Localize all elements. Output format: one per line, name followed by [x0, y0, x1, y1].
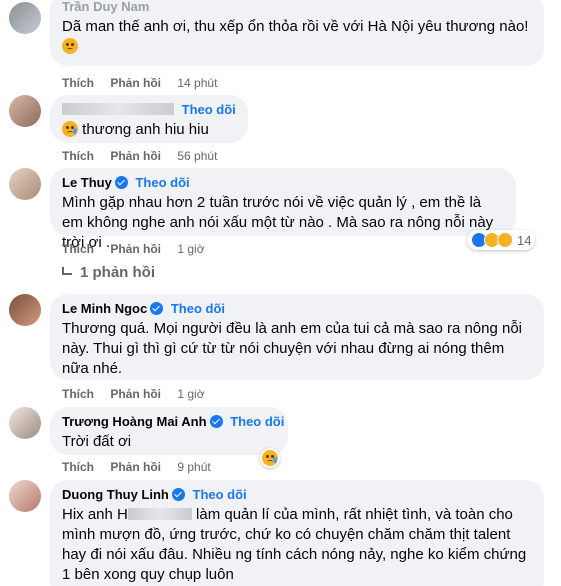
comment-actions: Thích Phản hồi 1 giờ: [62, 242, 218, 256]
reactions-summary[interactable]: 14: [467, 230, 536, 250]
reply-arrow-icon: [62, 267, 72, 275]
comment-text: Hix anh H làm quản lí của mình, rất nhiệ…: [62, 505, 532, 585]
comment-time[interactable]: 56 phút: [177, 149, 217, 163]
reactions-summary[interactable]: [260, 448, 280, 468]
follow-button[interactable]: Theo dõi: [135, 175, 189, 190]
blurred-name[interactable]: [62, 103, 174, 115]
commenter-name[interactable]: Duong Thuy Linh: [62, 487, 169, 502]
blurred-name: [127, 508, 192, 520]
follow-button[interactable]: Theo dõi: [182, 102, 236, 117]
commenter-name[interactable]: Trương Hoàng Mai Anh: [62, 414, 207, 429]
follow-button[interactable]: Theo dõi: [230, 414, 284, 429]
sad-reaction-icon: [262, 450, 278, 466]
avatar[interactable]: [9, 294, 41, 326]
like-button[interactable]: Thích: [62, 149, 94, 163]
comment-text: Trời đất ơi: [62, 433, 132, 450]
avatar[interactable]: [9, 480, 41, 512]
sad-emoji-icon: [62, 38, 78, 54]
comment-text-body: Dã man thế anh ơi, thu xếp ổn thỏa rồi v…: [62, 18, 529, 35]
reply-button[interactable]: Phản hồi: [110, 76, 161, 90]
comment-bubble: Le Minh Ngoc Theo dõi Thương quá. Mọi ng…: [50, 294, 544, 380]
like-button[interactable]: Thích: [62, 387, 94, 401]
comment-bubble: Le Thuy Theo dõi Mình gặp nhau hơn 2 tuầ…: [50, 168, 516, 251]
verified-badge-icon: [150, 302, 164, 315]
like-button[interactable]: Thích: [62, 460, 94, 474]
commenter-name[interactable]: Trần Duy Nam: [62, 0, 532, 15]
reply-button[interactable]: Phản hồi: [110, 460, 161, 474]
comment-text: Dã man thế anh ơi, thu xếp ổn thỏa rồi v…: [62, 17, 532, 57]
comment-actions: Thích Phản hồi 14 phút: [62, 76, 230, 90]
comment-time[interactable]: 9 phút: [177, 460, 210, 474]
comment-actions: Thích Phản hồi 9 phút: [62, 460, 224, 474]
comment-text: Thương quá. Mọi người đều là anh em của …: [62, 320, 523, 377]
like-button[interactable]: Thích: [62, 242, 94, 256]
follow-button[interactable]: Theo dõi: [193, 487, 247, 502]
comment-text-body: thương anh hiu hiu: [82, 121, 209, 138]
comment-actions: Thích Phản hồi 1 giờ: [62, 387, 218, 401]
avatar[interactable]: [9, 2, 41, 34]
sad-reaction-icon: [497, 232, 513, 248]
avatar[interactable]: [9, 95, 41, 127]
verified-badge-icon: [209, 415, 223, 428]
commenter-name[interactable]: Le Thuy: [62, 175, 112, 190]
avatar[interactable]: [9, 407, 41, 439]
comment-bubble: Trần Duy Nam Dã man thế anh ơi, thu xếp …: [50, 0, 544, 66]
like-button[interactable]: Thích: [62, 76, 94, 90]
comment-time[interactable]: 14 phút: [177, 76, 217, 90]
reply-button[interactable]: Phản hồi: [110, 149, 161, 163]
reaction-count: 14: [517, 232, 532, 248]
view-replies-link[interactable]: 1 phản hồi: [62, 264, 155, 281]
avatar[interactable]: [9, 168, 41, 200]
comment-time[interactable]: 1 giờ: [177, 387, 204, 401]
comment-time[interactable]: 1 giờ: [177, 242, 204, 256]
comment-bubble: Trương Hoàng Mai Anh Theo dõi Trời đất ơ…: [50, 407, 288, 455]
reply-button[interactable]: Phản hồi: [110, 242, 161, 256]
commenter-name[interactable]: Le Minh Ngoc: [62, 301, 147, 316]
comment-text: thương anh hiu hiu: [62, 120, 236, 140]
comment-text-prefix: Hix anh H: [62, 506, 128, 523]
comment-bubble: Duong Thuy Linh Theo dõi Hix anh H làm q…: [50, 480, 544, 586]
verified-badge-icon: [114, 176, 128, 189]
reply-button[interactable]: Phản hồi: [110, 387, 161, 401]
replies-count: 1 phản hồi: [80, 264, 155, 281]
follow-button[interactable]: Theo dõi: [171, 301, 225, 316]
crying-emoji-icon: [62, 121, 78, 137]
comment-actions: Thích Phản hồi 56 phút: [62, 149, 230, 163]
verified-badge-icon: [171, 488, 185, 501]
comment-bubble: Theo dõi thương anh hiu hiu: [50, 95, 248, 143]
